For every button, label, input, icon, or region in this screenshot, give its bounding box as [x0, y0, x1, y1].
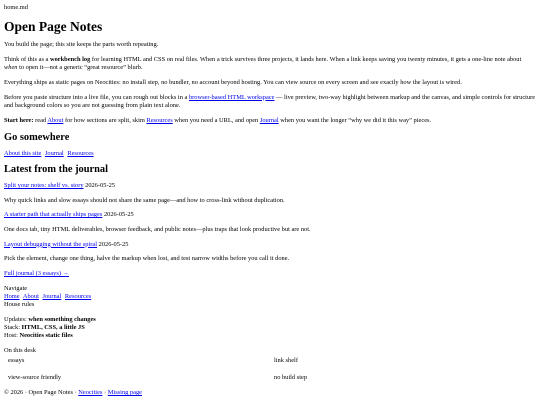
neocities-link[interactable]: Neocities: [78, 389, 102, 396]
desk-heading: On this desk: [4, 346, 36, 354]
navigate-label: Navigate: [4, 284, 28, 292]
intro-text: for learning HTML and CSS on real files.…: [90, 55, 522, 63]
navigate-links: Home About Journal Resources: [4, 293, 536, 301]
html-workspace-link[interactable]: browser-based HTML workspace: [189, 94, 275, 101]
when-emphasis: when: [4, 64, 18, 72]
full-journal-line: Full journal (3 essays) →: [4, 270, 536, 279]
desk-item-essays: essays: [8, 357, 25, 365]
intro-paragraph-3: Before you paste structure into a live f…: [4, 94, 536, 111]
updates-value: when something changes: [28, 315, 96, 323]
intro-text: read: [33, 117, 48, 124]
page-title: Open Page Notes: [4, 18, 103, 34]
updates-line: Updates: when something changes: [4, 316, 536, 324]
about-this-site-link[interactable]: About this site: [4, 150, 41, 157]
intro-text: when you need a URL, and open: [172, 117, 260, 124]
resources-inline-link[interactable]: Resources: [146, 117, 172, 124]
intro-paragraph-2: Everything ships as static pages on Neoc…: [4, 79, 462, 87]
intro-text: Before you paste structure into a live f…: [4, 93, 189, 101]
full-journal-link[interactable]: Full journal (3 essays) →: [4, 270, 69, 277]
go-somewhere-heading: Go somewhere: [4, 131, 70, 143]
updates-label: Updates:: [4, 315, 29, 323]
journal-entry-3: Layout debugging without the spiral 2026…: [4, 241, 536, 250]
workbench-log-strong: workbench log: [49, 55, 91, 63]
host-label: Host:: [4, 332, 20, 340]
intro-paragraph-4: Start here: read About for how sections …: [4, 117, 536, 126]
journal-entry-2: A starter path that actually ships pages…: [4, 211, 536, 220]
navigate-block: Navigate Home About Journal Resources Ho…: [4, 285, 536, 310]
nav-journal-link[interactable]: Journal: [42, 293, 61, 300]
missing-page-link[interactable]: Missing page: [108, 389, 142, 396]
journal-entry-date: 2026-05-25: [103, 211, 134, 219]
file-name: home.md: [4, 4, 28, 11]
journal-entry-link[interactable]: Layout debugging without the spiral: [4, 241, 97, 248]
desk-grid: essays link shelf view-source friendly n…: [4, 357, 536, 391]
journal-entry-date: 2026-05-25: [85, 182, 115, 190]
intro-paragraph-1: Think of this as a workbench log for lea…: [4, 56, 536, 73]
intro-text: Think of this as a: [4, 55, 50, 63]
house-rules-label: House rules: [4, 301, 35, 309]
start-here-strong: Start here:: [4, 117, 34, 124]
host-line: Host: Neocities static files: [4, 332, 536, 340]
stack-label: Stack:: [4, 323, 22, 331]
nav-home-link[interactable]: Home: [4, 293, 20, 300]
desk-item-no-build: no build step: [274, 374, 308, 382]
go-somewhere-links: About this site Journal Resources: [4, 150, 536, 159]
journal-link[interactable]: Journal: [45, 150, 64, 157]
intro-text: for how sections are split, skim: [63, 117, 147, 124]
journal-entry-desc: Pick the element, change one thing, halv…: [4, 255, 290, 263]
nav-resources-link[interactable]: Resources: [65, 293, 91, 300]
stack-line: Stack: HTML, CSS, a little JS: [4, 324, 536, 332]
journal-entry-date: 2026-05-25: [98, 240, 129, 248]
journal-entry-link[interactable]: Split your notes: shelf vs. story: [4, 182, 84, 189]
intro-text: when you want the longer “why we did it …: [278, 117, 432, 124]
about-inline-link[interactable]: About: [47, 117, 63, 124]
journal-inline-link[interactable]: Journal: [260, 117, 279, 124]
intro-text: to open it—not a generic “great resource…: [17, 64, 143, 72]
journal-heading: Latest from the journal: [4, 164, 108, 176]
journal-entry-link[interactable]: A starter path that actually ships pages: [4, 211, 102, 218]
nav-about-link[interactable]: About: [23, 293, 39, 300]
desk-item-link-shelf: link shelf: [274, 357, 298, 365]
status-block: Updates: when something changes Stack: H…: [4, 316, 536, 341]
footer-copyright: © 2026 · Open Page Notes ·: [4, 389, 79, 397]
journal-entry-1: Split your notes: shelf vs. story 2026-0…: [4, 182, 536, 191]
tagline: You build the page; this site keeps the …: [4, 41, 159, 49]
host-value: Neocities static files: [19, 332, 73, 340]
resources-link[interactable]: Resources: [67, 150, 93, 157]
journal-entry-desc: Why quick links and slow essays should n…: [4, 196, 285, 204]
stack-value: HTML, CSS, a little JS: [21, 323, 85, 331]
journal-entry-desc: One docs tab, tiny HTML deliverables, br…: [4, 226, 311, 234]
page: home.md Open Page Notes You build the pa…: [0, 0, 540, 398]
